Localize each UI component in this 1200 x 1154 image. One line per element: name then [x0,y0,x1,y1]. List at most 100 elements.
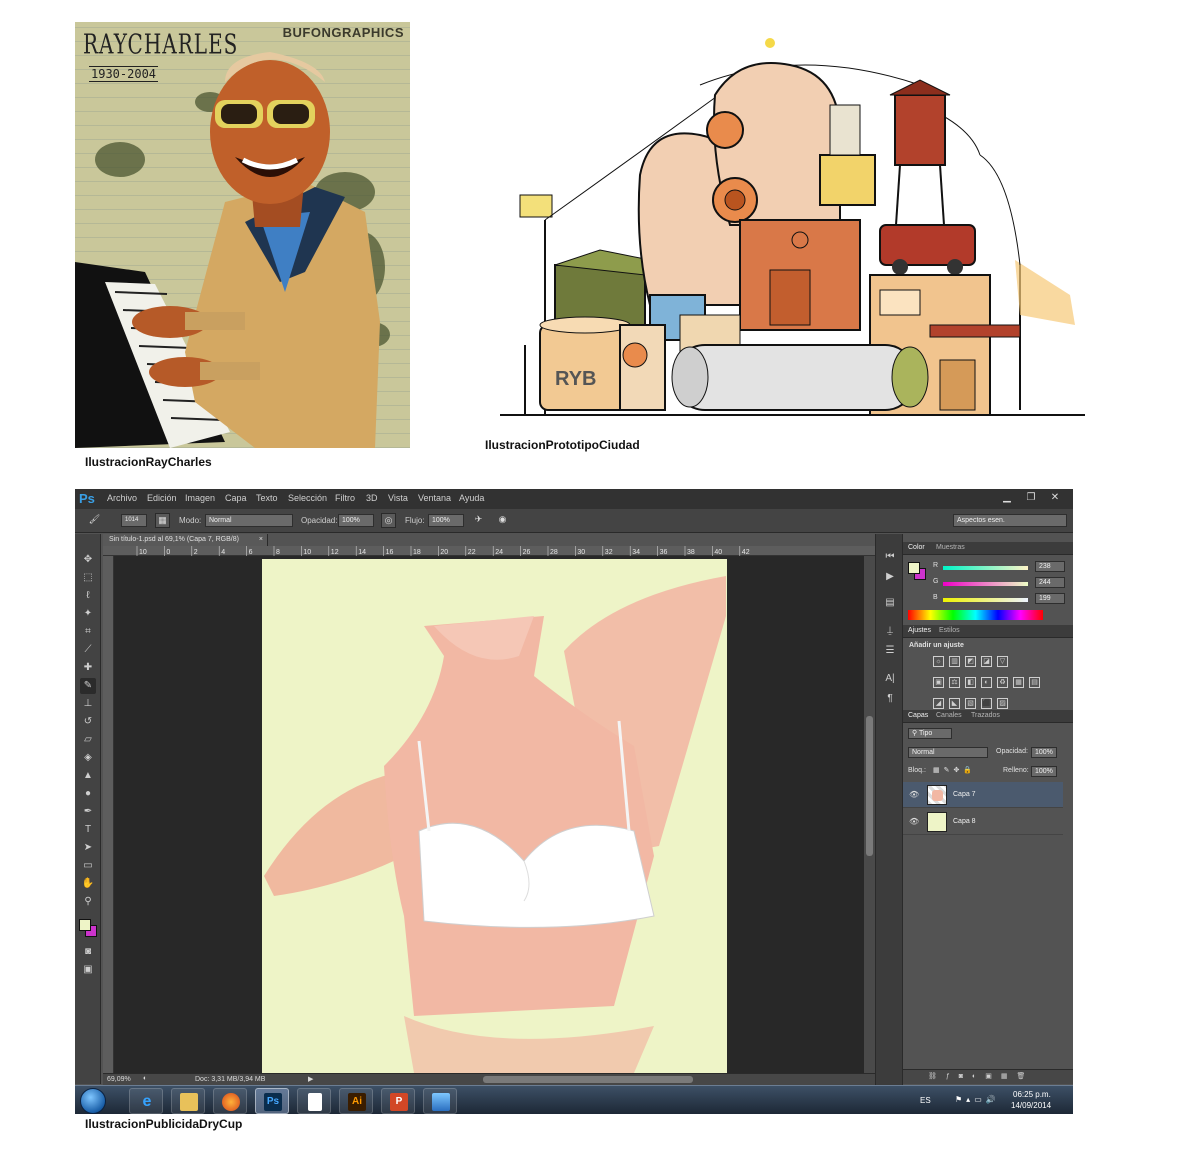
marquee-tool-icon[interactable]: ⬚ [80,570,96,586]
move-tool-icon[interactable]: ✥ [80,552,96,568]
adjustment-icon[interactable]: ▨ [997,698,1008,709]
menu-texto[interactable]: Texto [256,493,278,503]
eye-icon[interactable]: 👁 [909,790,919,799]
lock-icons[interactable]: ▦✎✥🔒 [933,766,976,774]
brush-size-picker[interactable]: 1014 [121,514,147,527]
menu-imagen[interactable]: Imagen [185,493,215,503]
color-panel-foreground[interactable] [908,562,920,574]
adjustment-icon[interactable]: ◩ [965,656,976,667]
magic-wand-tool-icon[interactable]: ✦ [80,606,96,622]
airbrush-icon[interactable]: ✈ [471,513,486,528]
taskbar-firefox[interactable] [213,1088,247,1114]
adjustment-icon[interactable]: ▥ [949,656,960,667]
tab-paths[interactable]: Trazados [971,712,1000,719]
dodge-tool-icon[interactable]: ● [80,786,96,802]
screen-mode-icon[interactable]: ▣ [80,962,96,978]
layer-row[interactable]: 👁 Capa 7 [903,782,1063,808]
blue-slider[interactable]: B 199 [933,593,1073,606]
layer-blend-mode[interactable]: Normal [908,747,988,758]
menu-capa[interactable]: Capa [225,493,247,503]
properties-panel-icon[interactable]: ☰ [883,644,897,658]
adjustment-icon[interactable]: ◢ [933,698,944,709]
taskbar-powerpoint[interactable]: P [381,1088,415,1114]
taskbar-illustrator[interactable]: Ai [339,1088,373,1114]
vertical-scroll-thumb[interactable] [866,716,873,856]
hand-tool-icon[interactable]: ✋ [80,876,96,892]
pressure-opacity-icon[interactable]: ◎ [381,513,396,528]
blue-value[interactable]: 199 [1035,593,1065,604]
language-indicator[interactable]: ES [920,1096,931,1105]
menu-archivo[interactable]: Archivo [107,493,137,503]
canvas-area[interactable] [114,556,864,1073]
clone-source-icon[interactable]: ⍊ [883,624,897,638]
taskbar-file-explorer[interactable] [171,1088,205,1114]
adjustment-icon[interactable]: ▽ [997,656,1008,667]
adjustment-icon[interactable]: ◐ [981,677,992,688]
tray-icons[interactable]: ⚑▴▭🔊 [955,1095,1000,1104]
type-tool-icon[interactable]: T [80,822,96,838]
adjustment-icon[interactable]: ▧ [965,698,976,709]
mode-select[interactable]: Normal [205,514,293,527]
pen-tool-icon[interactable]: ✒ [80,804,96,820]
red-value[interactable]: 238 [1035,561,1065,572]
tab-layers[interactable]: Capas [908,712,928,719]
menu-seleccion[interactable]: Selección [288,493,327,503]
brush-presets-icon[interactable]: ▤ [883,596,897,610]
actions-panel-icon[interactable]: ▶ [883,570,897,584]
minimize-button[interactable]: ▁ [997,491,1017,505]
status-arrow-icon[interactable]: ▶ [308,1075,313,1083]
red-slider[interactable]: R 238 [933,561,1073,574]
zoom-tool-icon[interactable]: ⚲ [80,894,96,910]
menu-filtro[interactable]: Filtro [335,493,355,503]
tab-channels[interactable]: Canales [936,712,962,719]
tab-swatches[interactable]: Muestras [936,544,965,551]
menu-ventana[interactable]: Ventana [418,493,451,503]
clock-date[interactable]: 14/09/2014 [1011,1101,1051,1110]
quick-mask-icon[interactable]: ◙ [80,944,96,960]
fill-field[interactable]: 100% [1031,766,1057,777]
menu-edicion[interactable]: Edición [147,493,177,503]
adjustment-icon[interactable]: ⚖ [949,677,960,688]
adjustment-icon[interactable]: ◪ [981,656,992,667]
adjustment-icon[interactable]: ▣ [933,677,944,688]
start-button[interactable] [80,1088,106,1114]
pressure-size-icon[interactable]: ◉ [495,513,510,528]
flow-field[interactable]: 100% [428,514,464,527]
brush-tool-icon[interactable]: ✎ [80,678,96,694]
adjustment-icon[interactable]: ⬛ [981,698,992,709]
zoom-level[interactable]: 69,09% [107,1076,131,1083]
adjustment-icon[interactable]: ☼ [933,656,944,667]
eyedropper-tool-icon[interactable]: ⟋ [80,642,96,658]
taskbar-remote-desktop[interactable] [423,1088,457,1114]
rectangle-tool-icon[interactable]: ▭ [80,858,96,874]
paragraph-panel-icon[interactable]: ¶ [883,692,897,706]
green-value[interactable]: 244 [1035,577,1065,588]
brush-tool-icon[interactable]: 🖌 [87,513,102,528]
menu-3d[interactable]: 3D [366,493,378,503]
menu-vista[interactable]: Vista [388,493,408,503]
document-canvas[interactable] [114,556,864,1073]
tab-styles[interactable]: Estilos [939,627,960,634]
horizontal-scroll-thumb[interactable] [483,1076,693,1083]
opacity-field[interactable]: 100% [338,514,374,527]
document-tab[interactable]: Sin título-1.psd al 69,1% (Capa 7, RGB/8… [103,534,268,546]
history-panel-icon[interactable]: ⏮ [883,550,897,564]
lasso-tool-icon[interactable]: ℓ [80,588,96,604]
eye-icon[interactable]: 👁 [909,817,919,826]
status-menu-icon[interactable]: ◐ [143,1075,147,1082]
adjustment-icon[interactable]: ◣ [949,698,960,709]
tab-adjustments[interactable]: Ajustes [908,627,931,634]
workspace-select[interactable]: Aspectos esen. [953,514,1067,527]
menu-ayuda[interactable]: Ayuda [459,493,484,503]
close-button[interactable]: ✕ [1045,491,1065,505]
tab-color[interactable]: Color [908,544,925,551]
eraser-tool-icon[interactable]: ▱ [80,732,96,748]
adjustment-icon[interactable]: ▤ [1029,677,1040,688]
taskbar-photoshop[interactable]: Ps [255,1088,289,1114]
layer-opacity-field[interactable]: 100% [1031,747,1057,758]
history-brush-tool-icon[interactable]: ↺ [80,714,96,730]
close-document-icon[interactable]: × [259,534,263,546]
character-panel-icon[interactable]: A| [883,672,897,686]
foreground-color-swatch[interactable] [79,919,91,931]
taskbar-document[interactable] [297,1088,331,1114]
